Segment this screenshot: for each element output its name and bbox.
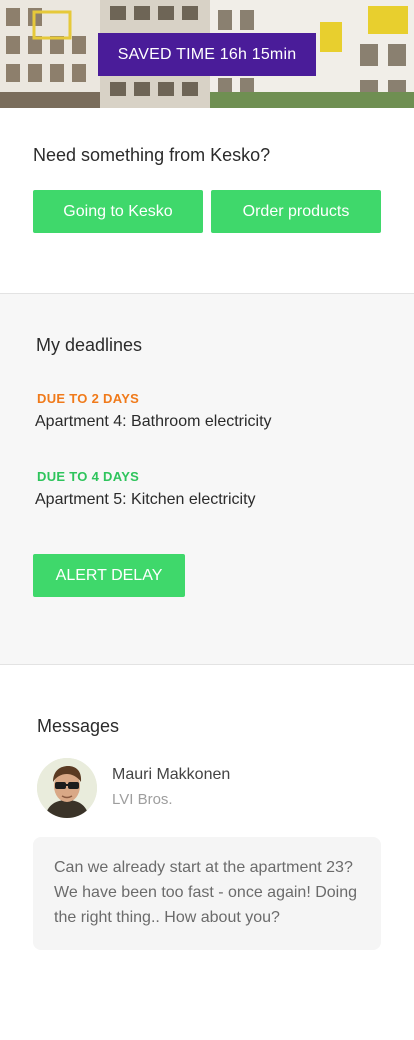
saved-time-badge: SAVED TIME 16h 15min [98,33,316,76]
deadlines-title: My deadlines [36,335,143,355]
sender-name: Mauri Makkonen [112,766,231,783]
hero-building-image: SAVED TIME 16h 15min [0,0,414,108]
due-label: DUE TO 2 DAYS [37,391,140,406]
messages-title: Messages [37,716,120,736]
kesko-title: Need something from Kesko? [33,145,271,165]
saved-time-label: SAVED TIME 16h 15min [117,45,297,63]
avatar[interactable] [37,758,97,818]
message-text: Can we already start at the apartment 23… [54,859,358,926]
order-products-label: Order products [242,202,350,220]
sender-company: LVI Bros. [112,791,173,808]
messages-section: Messages Mauri Makkonen LVI Bros. Can we… [0,665,414,1040]
alert-delay-button[interactable]: ALERT DELAY [33,554,185,597]
message-bubble[interactable]: Can we already start at the apartment 23… [33,837,381,950]
going-to-kesko-button[interactable]: Going to Kesko [33,190,203,233]
person-avatar-icon [37,758,97,818]
due-label: DUE TO 4 DAYS [37,469,140,484]
alert-delay-label: ALERT DELAY [55,566,163,584]
deadline-task[interactable]: Apartment 5: Kitchen electricity [35,491,256,509]
going-to-kesko-label: Going to Kesko [63,202,173,220]
order-products-button[interactable]: Order products [211,190,381,233]
deadlines-section: My deadlines DUE TO 2 DAYS Apartment 4: … [0,294,414,664]
kesko-section: Need something from Kesko? Going to Kesk… [0,108,414,294]
deadline-task[interactable]: Apartment 4: Bathroom electricity [35,413,272,431]
